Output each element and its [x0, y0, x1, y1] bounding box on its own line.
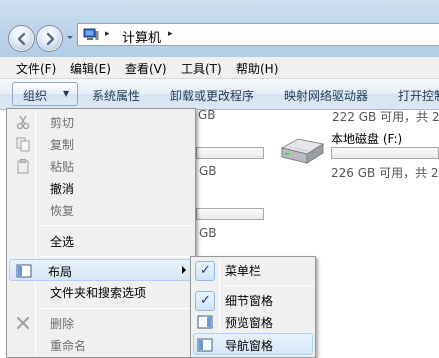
organize-button[interactable]: 组织 ▼ [12, 82, 78, 106]
drive-free-space-3: GB [199, 226, 217, 240]
drive-f-label[interactable]: 本地磁盘 (F:) [331, 130, 402, 147]
menu-item-label: 导航窗格 [225, 339, 274, 353]
forward-arrow-icon [46, 32, 55, 46]
submenu-item-preview-pane[interactable]: 预览窗格 [193, 311, 313, 333]
submenu-item-details-pane[interactable]: ✓ 细节窗格 [193, 289, 313, 311]
drive-f-free-space: 226 GB 可用，共 2 [331, 166, 439, 180]
menu-item-folder-options[interactable]: 文件夹和搜索选项 [9, 281, 193, 303]
menu-item-label: 恢复 [50, 204, 75, 218]
back-arrow-icon [17, 32, 26, 46]
computer-icon [83, 28, 99, 40]
breadcrumb-computer[interactable]: 计算机 [122, 27, 161, 46]
menu-separator [41, 256, 191, 257]
menu-item-label: 撤消 [50, 182, 75, 196]
menu-item-label: 预览窗格 [225, 316, 274, 330]
submenu-item-navigation-pane[interactable]: 导航窗格 [193, 333, 313, 355]
menu-item-redo[interactable]: 恢复 [9, 199, 193, 221]
menu-item-label: 全选 [50, 235, 75, 249]
menu-separator [225, 285, 313, 286]
organize-label: 组织 [23, 89, 48, 103]
menu-item-paste[interactable]: 粘贴 [9, 155, 193, 177]
menu-item-label: 文件夹和搜索选项 [50, 286, 147, 300]
menu-item-rename[interactable]: 重命名 [9, 334, 193, 356]
scissors-icon [16, 115, 30, 130]
menu-help[interactable]: 帮助(H) [236, 60, 278, 77]
menu-item-cut[interactable]: 剪切 [9, 111, 193, 133]
menu-tools[interactable]: 工具(T) [181, 60, 222, 77]
system-properties-button[interactable]: 系统属性 [92, 87, 140, 104]
menu-bar: 文件(F) 编辑(E) 查看(V) 工具(T) 帮助(H) [0, 57, 439, 79]
preview-pane-icon [197, 315, 213, 329]
command-bar: 组织 ▼ 系统属性 卸载或更改程序 映射网络驱动器 打开控制 [0, 79, 439, 110]
delete-icon [17, 317, 29, 329]
address-bar[interactable]: ▸ 计算机 ▸ [77, 23, 439, 46]
breadcrumb-separator-icon[interactable]: ▸ [105, 29, 110, 39]
paste-icon [17, 159, 29, 174]
drive-f-capacity-bar [331, 147, 439, 159]
menu-item-label: 细节窗格 [225, 294, 274, 308]
menu-file[interactable]: 文件(F) [16, 60, 56, 77]
window-titlebar: ▸ 计算机 ▸ [0, 0, 439, 57]
drive-capacity-bar [196, 147, 264, 159]
open-control-panel-button[interactable]: 打开控制 [398, 87, 439, 104]
menu-item-undo[interactable]: 撤消 [9, 177, 193, 199]
drive-free-space-2: GB [199, 164, 217, 178]
check-icon: ✓ [195, 291, 215, 311]
breadcrumb-separator-icon[interactable]: ▸ [168, 29, 173, 39]
drive-free-space-partial: GB [198, 108, 216, 122]
drive-capacity-bar-2 [196, 208, 264, 220]
menu-item-label: 粘贴 [50, 160, 75, 174]
back-button[interactable] [8, 25, 35, 52]
menu-item-delete[interactable]: 删除 [9, 312, 193, 334]
menu-item-label: 删除 [50, 317, 75, 331]
menu-edit[interactable]: 编辑(E) [70, 60, 111, 77]
menu-item-label: 布局 [48, 265, 73, 279]
check-icon: ✓ [195, 261, 215, 281]
hard-drive-icon[interactable] [278, 134, 326, 168]
layout-submenu: ✓ 菜单栏 ✓ 细节窗格 预览窗格 导航窗格 [190, 256, 316, 358]
menu-separator [41, 308, 191, 309]
copy-icon [16, 137, 30, 152]
menu-separator [41, 225, 191, 226]
menu-item-select-all[interactable]: 全选 [9, 230, 193, 252]
submenu-item-menubar[interactable]: ✓ 菜单栏 [193, 259, 313, 281]
organize-menu: 剪切 复制 粘贴 撤消 恢复 全选 布局 文件夹和搜索选项 删除 重命名 [6, 108, 196, 358]
menu-item-layout[interactable]: 布局 [9, 259, 193, 281]
menu-item-label: 重命名 [50, 339, 87, 353]
organize-dropdown-icon: ▼ [63, 89, 70, 98]
menu-view[interactable]: 查看(V) [125, 60, 167, 77]
menu-item-label: 菜单栏 [225, 264, 262, 278]
drive-free-space-top: 222 GB 可用，共 2 [332, 110, 439, 124]
layout-icon [16, 264, 32, 278]
navigation-pane-icon [197, 338, 213, 352]
submenu-arrow-icon [182, 266, 186, 274]
menu-item-label: 剪切 [50, 116, 75, 130]
uninstall-program-button[interactable]: 卸载或更改程序 [170, 87, 254, 104]
forward-button[interactable] [36, 25, 63, 52]
menu-item-label: 复制 [50, 138, 75, 152]
recent-pages-dropdown-icon[interactable] [66, 34, 74, 42]
map-network-drive-button[interactable]: 映射网络驱动器 [284, 87, 368, 104]
menu-item-copy[interactable]: 复制 [9, 133, 193, 155]
